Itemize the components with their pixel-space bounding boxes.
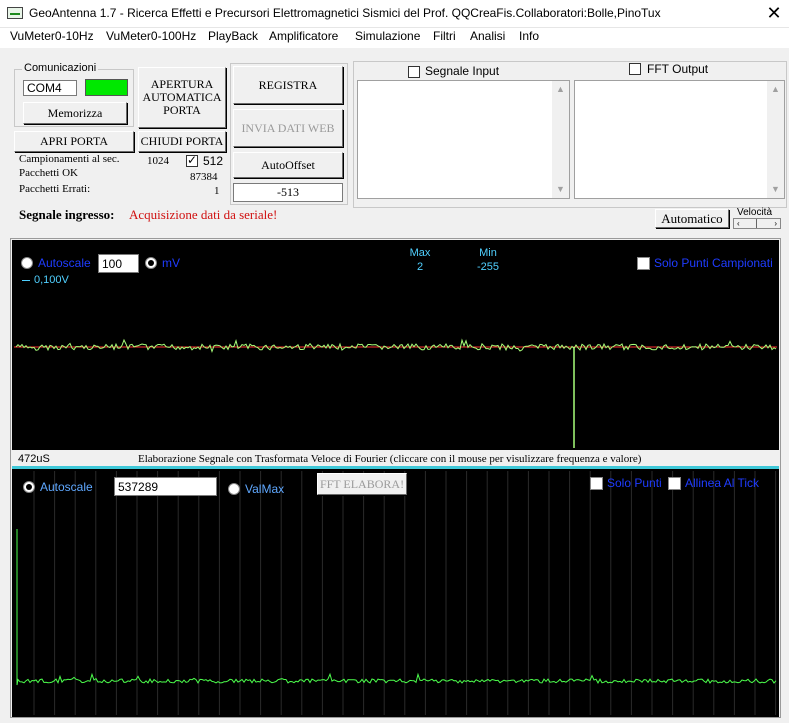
acquisizione-status: Acquisizione dati da seriale! — [129, 207, 278, 222]
fft-value-field[interactable]: 537289 — [114, 477, 217, 496]
registra-button[interactable]: REGISTRA — [233, 66, 343, 104]
pacchetti-ok-value: 87384 — [190, 171, 218, 183]
fft-elabora-button[interactable]: FFT ELABORA! — [317, 473, 407, 495]
menu-vumeter-100hz[interactable]: VuMeter0-100Hz — [106, 29, 196, 43]
scope-min-value: -255 — [476, 261, 500, 273]
time-label: 472uS — [18, 453, 50, 465]
solo-punti-campionati-checkbox[interactable] — [637, 257, 650, 270]
pacchetti-errati-label: Pacchetti Errati: — [19, 183, 91, 195]
campionamenti-label: Campionamenti al sec. — [19, 153, 120, 165]
pacchetti-errati-value: 1 — [214, 185, 220, 197]
fft-trace — [16, 529, 777, 686]
grid-scale-label: 0,100V — [34, 274, 69, 286]
menu-amplificatore[interactable]: Amplificatore — [269, 29, 338, 43]
pacchetti-ok-label: Pacchetti OK — [19, 167, 78, 179]
window-title: GeoAntenna 1.7 - Ricerca Effetti e Precu… — [29, 6, 661, 20]
scope-mv-radio[interactable] — [145, 257, 157, 269]
scroll-up-icon[interactable]: ▲ — [767, 81, 784, 98]
scope-unit-label: mV — [162, 256, 180, 270]
title-bar: GeoAntenna 1.7 - Ricerca Effetti e Precu… — [0, 0, 789, 28]
fft-valmax-label: ValMax — [245, 482, 285, 496]
com-port-field[interactable]: COM4 — [23, 80, 77, 96]
velocita-slider[interactable]: ‹ › — [733, 218, 781, 229]
segnale-input-label: Segnale Input — [425, 64, 500, 78]
comunicazioni-label: Comunicazioni — [22, 62, 99, 74]
segnale-ingresso-label: Segnale ingresso: — [19, 207, 115, 222]
velocita-left-icon: ‹ — [737, 219, 740, 228]
allinea-al-tick-checkbox[interactable] — [668, 477, 681, 490]
velocita-tick — [756, 219, 757, 228]
menu-bar: VuMeter0-10Hz VuMeter0-100Hz PlayBack Am… — [0, 28, 789, 48]
segnale-input-list[interactable]: ▲ ▼ — [357, 80, 570, 199]
fft-solo-punti-label: Solo Punti — [607, 476, 662, 490]
campionamenti-512-checkbox[interactable] — [186, 153, 198, 167]
scroll-down-icon[interactable]: ▼ — [767, 181, 784, 198]
menu-info[interactable]: Info — [519, 29, 539, 43]
grid-scale-marker — [22, 280, 30, 281]
velocita-label: Velocità — [737, 207, 773, 218]
apertura-automatica-button[interactable]: APERTURA AUTOMATICA PORTA — [138, 67, 226, 128]
scope-max-label: Max — [409, 247, 431, 259]
apertura-line-3: PORTA — [163, 103, 201, 117]
fft-autoscale-label: Autoscale — [40, 480, 93, 494]
fft-valmax-radio[interactable] — [228, 483, 240, 495]
velocita-right-icon: › — [774, 219, 777, 228]
fft-output-list[interactable]: ▲ ▼ — [574, 80, 785, 199]
signal-trace — [15, 338, 777, 353]
apri-porta-button[interactable]: APRI PORTA — [14, 131, 134, 152]
fft-output-checkbox[interactable] — [629, 63, 641, 75]
scope-max-value: 2 — [416, 261, 424, 273]
scope-scale-field[interactable]: 100 — [98, 254, 139, 273]
scope-autoscale-radio[interactable] — [21, 257, 33, 269]
scroll-down-icon[interactable]: ▼ — [552, 181, 569, 198]
menu-vumeter-10hz[interactable]: VuMeter0-10Hz — [10, 29, 94, 43]
autooffset-button[interactable]: AutoOffset — [233, 152, 343, 178]
segnale-input-checkbox[interactable] — [408, 66, 420, 78]
automatico-button[interactable]: Automatico — [655, 209, 729, 228]
port-status-indicator — [85, 79, 128, 96]
app-icon — [7, 7, 23, 19]
menu-analisi[interactable]: Analisi — [470, 29, 505, 43]
fft-scope[interactable]: Autoscale 537289 ValMax FFT ELABORA! Sol… — [12, 469, 779, 717]
fft-output-label: FFT Output — [647, 62, 709, 76]
menu-playback[interactable]: PlayBack — [208, 29, 258, 43]
offset-value-field[interactable]: -513 — [233, 183, 343, 202]
fft-plot — [16, 471, 777, 715]
campionamenti-value: 1024 — [147, 155, 169, 167]
scroll-up-icon[interactable]: ▲ — [552, 81, 569, 98]
memorizza-button[interactable]: Memorizza — [23, 102, 127, 124]
scope-min-label: Min — [479, 247, 497, 259]
fft-caption: Elaborazione Segnale con Trasformata Vel… — [138, 453, 642, 465]
invia-dati-web-button[interactable]: INVIA DATI WEB — [233, 109, 343, 147]
campionamenti-alt-value: 512 — [203, 154, 224, 168]
fft-solo-punti-checkbox[interactable] — [590, 477, 603, 490]
fft-autoscale-radio[interactable] — [23, 481, 35, 493]
allinea-al-tick-label: Allinea Al Tick — [685, 476, 760, 490]
close-icon[interactable]: ✕ — [764, 3, 784, 23]
scope-autoscale-label: Autoscale — [38, 256, 91, 270]
segnale-input-scrollbar[interactable]: ▲ ▼ — [552, 81, 569, 198]
menu-simulazione[interactable]: Simulazione — [355, 29, 420, 43]
signal-scope[interactable]: Autoscale 100 mV Max 2 Min -255 Solo Pun… — [12, 240, 779, 450]
solo-punti-campionati-label: Solo Punti Campionati — [654, 256, 773, 270]
menu-filtri[interactable]: Filtri — [433, 29, 456, 43]
chiudi-porta-button[interactable]: CHIUDI PORTA — [138, 131, 226, 152]
fft-output-scrollbar[interactable]: ▲ ▼ — [767, 81, 784, 198]
